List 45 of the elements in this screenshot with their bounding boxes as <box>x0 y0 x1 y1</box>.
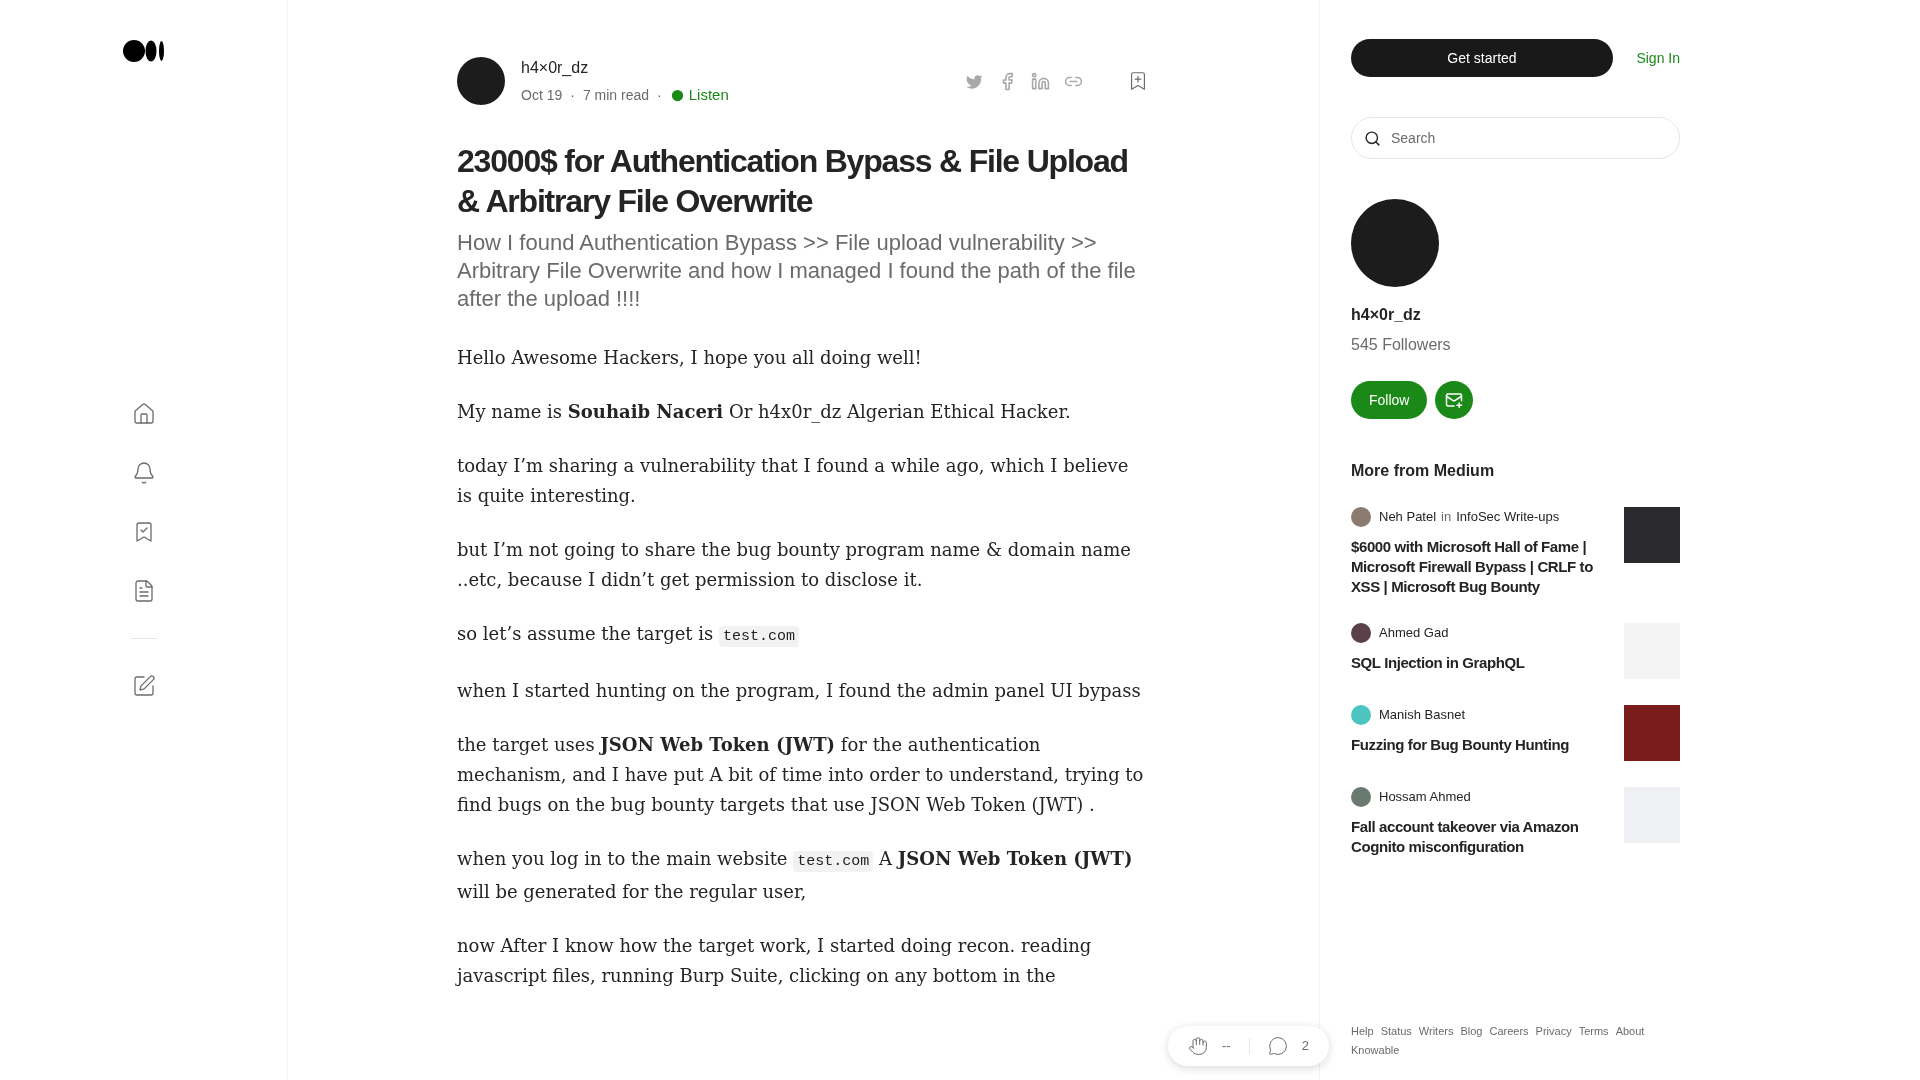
followers-count: 545 Followers <box>1351 335 1452 355</box>
article-paragraph: now After I know how the target work, I started doing recon. reading javascript files, running Burp Suite, clicking on any bottom in the <box>457 933 1093 988</box>
clap-count: -- <box>1222 1037 1231 1056</box>
read-time: 7 min read <box>582 85 650 105</box>
article-paragraph: when you log in to the main website test.com A JSON Web Token (JWT) will be generated for the regular user, <box>457 846 1134 904</box>
footer-link[interactable]: Writers <box>1418 1023 1454 1040</box>
listen-button[interactable]: Listen <box>669 84 729 107</box>
story-author[interactable]: Manish Basnet <box>1379 705 1465 725</box>
article-paragraph: so let’s assume the target is test.com <box>457 618 1149 652</box>
search-input[interactable]: Search <box>1391 127 1667 149</box>
in-label: in <box>1441 508 1452 527</box>
comment-count: 2 <box>1301 1037 1309 1056</box>
article-title: 23000$ for Authentication Bypass & File Upload & Arbitrary File Overwrite <box>457 141 1129 221</box>
separator-dot: · <box>657 85 662 105</box>
publication-name[interactable]: InfoSec Write-ups <box>1456 507 1560 527</box>
article-paragraph: when I started hunting on the program, I found the admin panel UI bypass <box>457 678 1142 703</box>
story-author[interactable]: Neh Patel <box>1379 507 1437 527</box>
footer-link[interactable]: Careers <box>1489 1023 1529 1040</box>
story-author[interactable]: Ahmed Gad <box>1379 623 1449 643</box>
footer-link[interactable]: Status <box>1380 1023 1412 1040</box>
author-name[interactable]: h4×0r_dz <box>521 56 729 80</box>
footer-link[interactable]: Blog <box>1460 1023 1483 1040</box>
profile-name[interactable]: h4×0r_dz <box>1351 303 1680 327</box>
article-subtitle: How I found Authentication Bypass >> File upload vulnerability >> Arbitrary File Overwrite and how I managed I found the path of the file after the upload !!!! <box>457 228 1137 313</box>
footer-link[interactable]: Help <box>1351 1023 1374 1040</box>
story-title[interactable]: Fuzzing for Bug Bounty Hunting <box>1351 735 1604 755</box>
section-heading: More from Medium <box>1351 461 1496 481</box>
article-paragraph: but I’m not going to share the bug bounty program name & domain name ..etc, because I didn’t get permission to disclose it. <box>457 537 1132 592</box>
post-date: Oct 19 <box>521 85 563 105</box>
story-title[interactable]: $6000 with Microsoft Hall of Fame | Microsoft Firewall Bypass | CRLF to XSS | Microsoft Bug Bounty <box>1351 537 1604 597</box>
separator-dot: · <box>570 85 575 105</box>
story-author[interactable]: Hossam Ahmed <box>1379 787 1471 807</box>
article-paragraph: the target uses JSON Web Token (JWT) for the authentication mechanism, and I have put A bit of time into order to understand, trying to find bugs on the bug bounty targets that use JSON Web Token (JWT) . <box>457 732 1145 817</box>
footer-link[interactable]: Terms <box>1578 1023 1609 1040</box>
article-paragraph: today I’m sharing a vulnerability that I found a while ago, which I believe is quite interesting. <box>457 453 1130 508</box>
footer-link[interactable]: Knowable <box>1351 1041 1400 1058</box>
article-paragraph: Hello Awesome Hackers, I hope you all doing well! <box>457 345 923 370</box>
story-title[interactable]: SQL Injection in GraphQL <box>1351 653 1604 673</box>
sign-in-link[interactable]: Sign In <box>1636 47 1680 69</box>
story-title[interactable]: Fall account takeover via Amazon Cognito misconfiguration <box>1351 817 1604 857</box>
follow-button[interactable]: Follow <box>1351 381 1428 419</box>
footer-link[interactable]: About <box>1615 1023 1645 1040</box>
get-started-button[interactable]: Get started <box>1351 39 1613 77</box>
article-paragraph: My name is Souhaib Naceri Or h4x0r_dz Algerian Ethical Hacker. <box>457 399 1072 425</box>
footer-link[interactable]: Privacy <box>1535 1023 1572 1040</box>
